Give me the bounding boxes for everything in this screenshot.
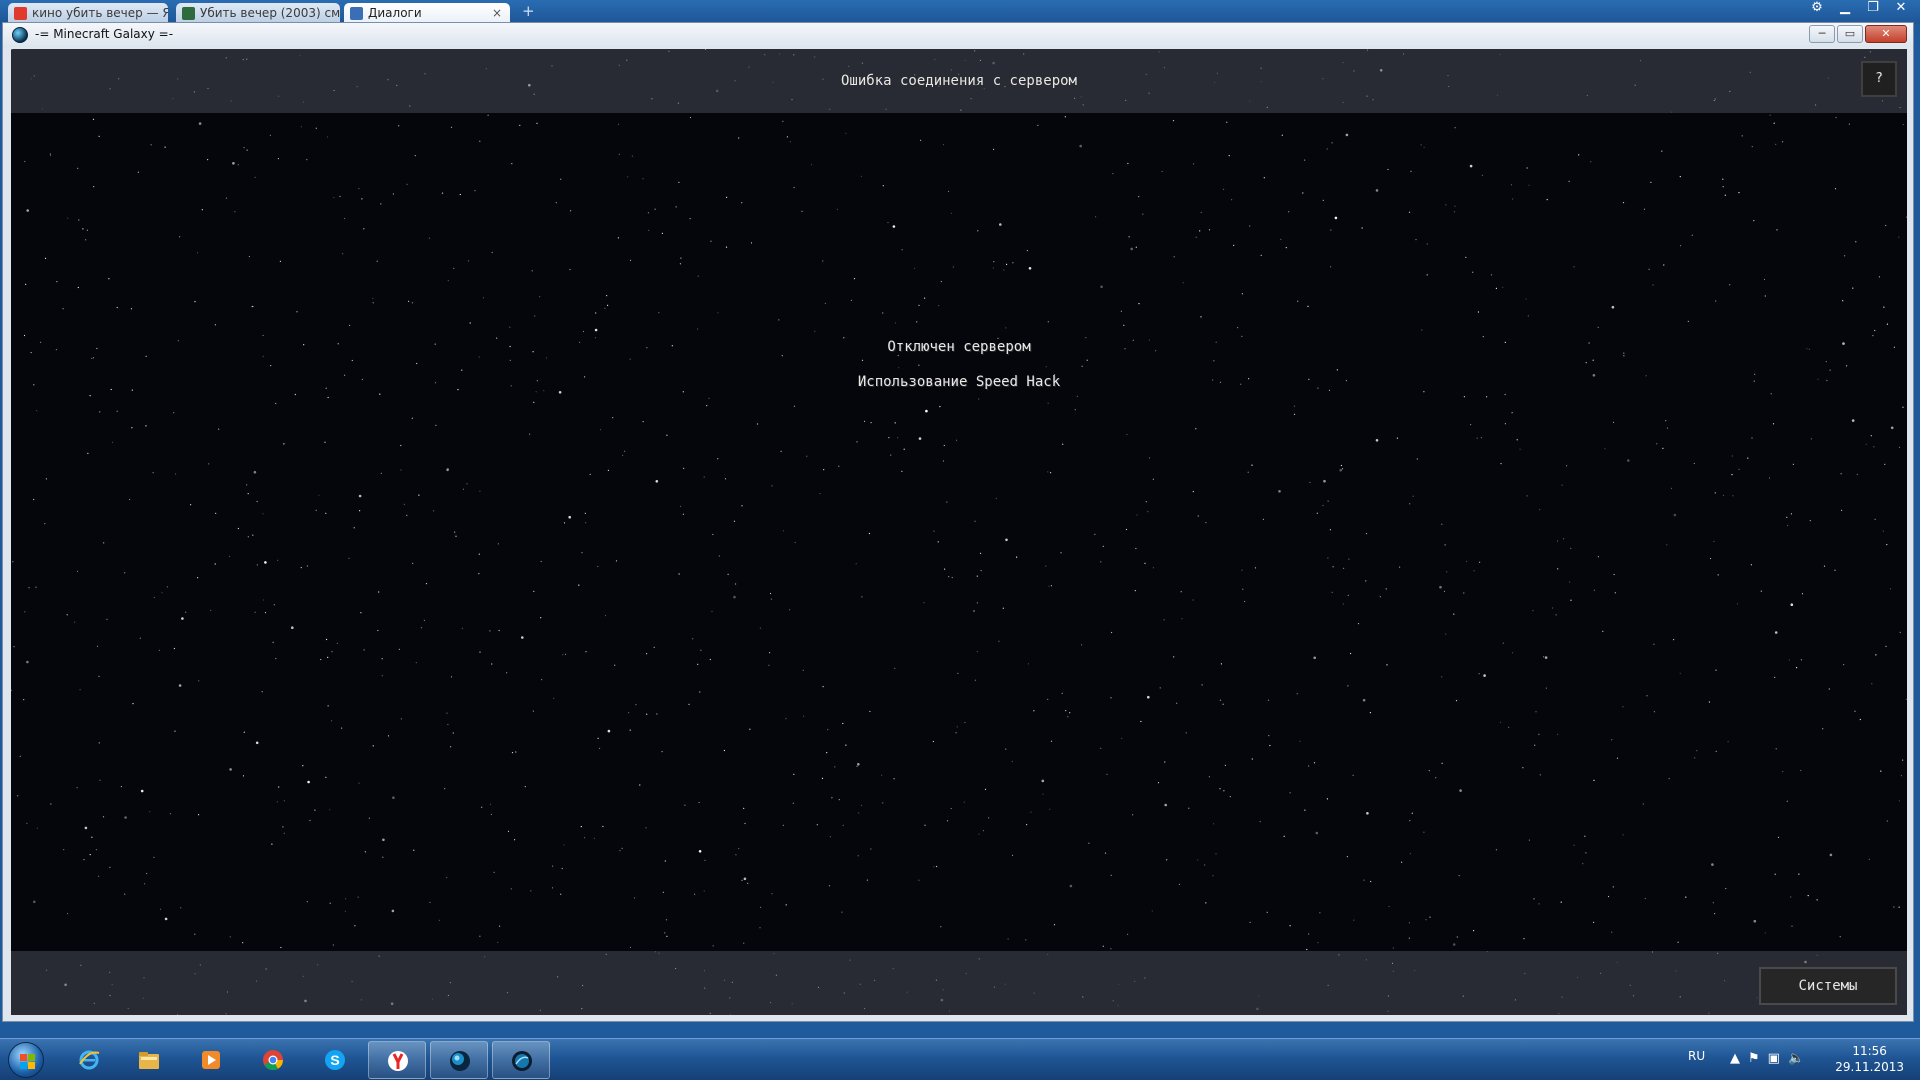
gear-icon[interactable]: ⚙ [1808, 0, 1826, 18]
taskbar-file-explorer[interactable] [120, 1041, 178, 1079]
window-titlebar[interactable]: -= Minecraft Galaxy =- ─ ▭ ✕ [3, 23, 1913, 47]
galaxy-app-icon [12, 27, 28, 43]
game-viewport: Ошибка соединения с сервером ? Отключен … [11, 49, 1907, 1015]
screen-title: Ошибка соединения с сервером [840, 73, 1077, 89]
browser-tab-3[interactable]: Диалоги × [344, 3, 510, 24]
browser-tab-1[interactable]: кино убить вечер — Я [8, 3, 168, 24]
tab-close-icon[interactable]: × [492, 3, 502, 24]
browser-tab-label: Диалоги [368, 6, 422, 20]
starfield-background [11, 49, 1907, 1015]
skype-icon: S [325, 1050, 345, 1070]
minecraft-galaxy-game-icon [512, 1051, 532, 1071]
yandex-tab-icon [14, 7, 27, 20]
window-controls: ─ ▭ ✕ [1809, 25, 1907, 43]
dialogs-tab-icon [350, 7, 363, 20]
system-tray: RU ▲ ⚑ ▣ 🔈 11:56 29.11.2013 [1680, 1039, 1920, 1080]
top-panel: Ошибка соединения с сервером ? [11, 49, 1907, 113]
taskbar-chrome[interactable] [244, 1041, 302, 1079]
browser-tab-label: кино убить вечер — Я [32, 6, 168, 20]
minecraft-galaxy-launcher-icon [450, 1051, 470, 1071]
taskbar-skype[interactable]: S [306, 1041, 364, 1079]
browser-tab-2[interactable]: Убить вечер (2003) см [176, 3, 340, 24]
chrome-icon [263, 1050, 284, 1071]
disconnect-reason-title: Отключен сервером [887, 339, 1031, 355]
clock[interactable]: 11:56 29.11.2013 [1835, 1043, 1904, 1075]
start-button[interactable] [4, 1041, 52, 1079]
language-indicator[interactable]: RU [1688, 1049, 1705, 1063]
show-hidden-icons-icon[interactable]: ▲ [1730, 1051, 1740, 1066]
disconnect-message: Отключен сервером Использование Speed Ha… [11, 339, 1907, 409]
browser-tab-label: Убить вечер (2003) см [200, 6, 340, 20]
clock-time: 11:56 [1852, 1044, 1887, 1058]
systems-button[interactable]: Системы [1759, 967, 1897, 1005]
tray-icons: ▲ ⚑ ▣ 🔈 [1730, 1051, 1804, 1066]
browser-window-controls: ⚙ ▁ ❐ ✕ [1808, 0, 1910, 18]
taskbar-internet-explorer[interactable] [60, 1041, 118, 1079]
taskbar-media-player[interactable] [182, 1041, 240, 1079]
disconnect-reason-detail: Использование Speed Hack [857, 374, 1061, 390]
taskbar: S RU ▲ ⚑ ▣ 🔈 11:56 29.11.2013 [0, 1038, 1920, 1080]
minimize-button[interactable]: ─ [1809, 25, 1835, 43]
network-icon[interactable]: ▣ [1768, 1051, 1780, 1066]
new-tab-button[interactable]: + [522, 4, 536, 19]
taskbar-minecraft-galaxy-game[interactable] [492, 1041, 550, 1079]
app-window: -= Minecraft Galaxy =- ─ ▭ ✕ Ошибка соед… [2, 22, 1914, 1022]
restore-icon[interactable]: ❐ [1864, 0, 1882, 18]
svg-text:S: S [330, 1052, 339, 1068]
bottom-panel: Системы [11, 951, 1907, 1015]
volume-icon[interactable]: 🔈 [1788, 1051, 1804, 1066]
windows-logo-icon [8, 1042, 44, 1078]
help-button[interactable]: ? [1861, 61, 1897, 97]
site-tab-icon [182, 7, 195, 20]
file-explorer-icon [139, 1052, 159, 1069]
minimize-icon[interactable]: ▁ [1836, 0, 1854, 18]
close-button[interactable]: ✕ [1865, 25, 1907, 43]
action-center-flag-icon[interactable]: ⚑ [1748, 1051, 1760, 1066]
yandex-browser-icon [388, 1051, 408, 1071]
close-icon[interactable]: ✕ [1892, 0, 1910, 18]
taskbar-minecraft-galaxy-launcher[interactable] [430, 1041, 488, 1079]
internet-explorer-icon [79, 1050, 100, 1070]
maximize-button[interactable]: ▭ [1837, 25, 1863, 43]
media-player-icon [202, 1051, 220, 1069]
window-title: -= Minecraft Galaxy =- [35, 27, 174, 41]
clock-date: 29.11.2013 [1835, 1060, 1904, 1074]
browser-tab-strip: кино убить вечер — Я Убить вечер (2003) … [0, 0, 1920, 24]
taskbar-yandex-browser[interactable] [368, 1041, 426, 1079]
